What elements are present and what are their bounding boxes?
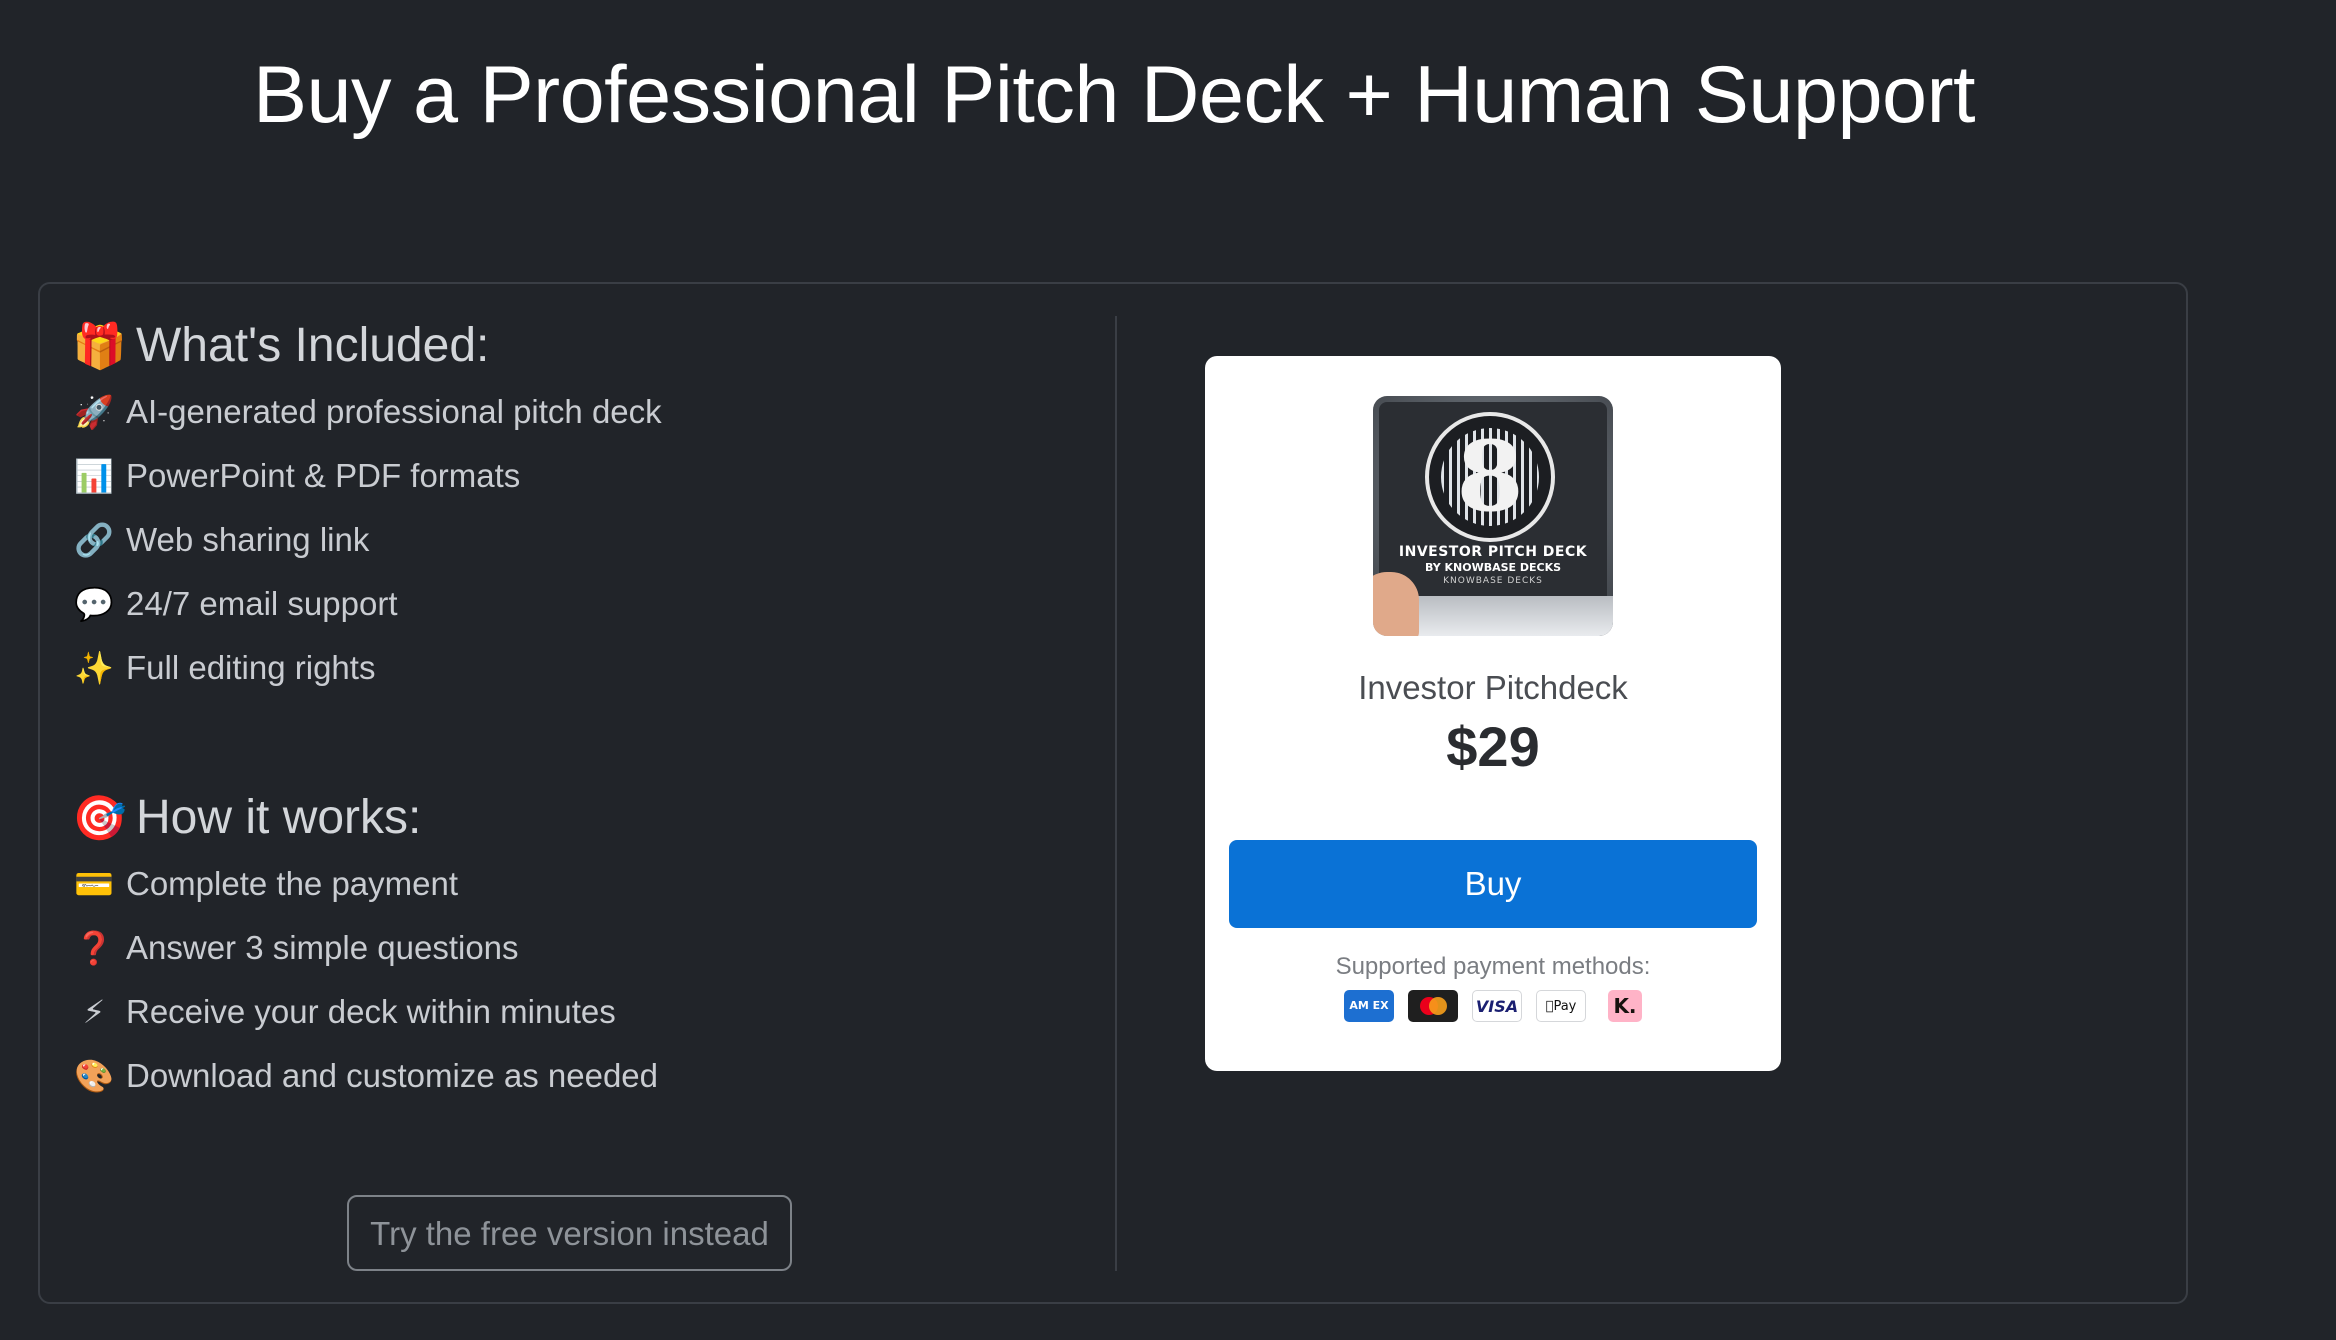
payment-methods: AM EX VISA Pay K. bbox=[1205, 990, 1781, 1022]
hand-illustration bbox=[1373, 572, 1419, 636]
list-item-text: Full editing rights bbox=[126, 649, 376, 686]
product-card: 8 INVESTOR PITCH DECK BY KNOWBASE DECKS … bbox=[1205, 356, 1781, 1071]
klarna-icon: K. bbox=[1608, 990, 1642, 1022]
list-item-text: Download and customize as needed bbox=[126, 1057, 659, 1094]
link-icon: 🔗 bbox=[74, 522, 114, 558]
list-item-text: Answer 3 simple questions bbox=[126, 929, 519, 966]
list-item: 💬 24/7 email support bbox=[72, 572, 662, 636]
buy-button[interactable]: Buy bbox=[1229, 840, 1757, 928]
apple-pay-icon: Pay bbox=[1536, 990, 1586, 1022]
rocket-icon: 🚀 bbox=[74, 394, 114, 430]
sparkles-icon: ✨ bbox=[74, 650, 114, 686]
product-image: 8 INVESTOR PITCH DECK BY KNOWBASE DECKS … bbox=[1373, 396, 1613, 636]
list-item: 🎨 Download and customize as needed bbox=[72, 1044, 658, 1108]
how-it-works-list: 💳 Complete the payment ❓ Answer 3 simple q… bbox=[72, 852, 658, 1108]
list-item-text: Receive your deck within minutes bbox=[126, 993, 616, 1030]
how-it-works-heading-text: How it works: bbox=[136, 791, 422, 844]
cover-title: INVESTOR PITCH DECK bbox=[1398, 544, 1588, 560]
question-mark-icon: ❓ bbox=[74, 930, 114, 966]
list-item: 🔗 Web sharing link bbox=[72, 508, 662, 572]
visa-icon: VISA bbox=[1472, 990, 1522, 1022]
list-item: 💳 Complete the payment bbox=[72, 852, 658, 916]
speech-bubble-icon: 💬 bbox=[74, 586, 114, 622]
gift-icon: 🎁 bbox=[72, 322, 127, 371]
list-item-text: 24/7 email support bbox=[126, 585, 398, 622]
list-item: ✨ Full editing rights bbox=[72, 636, 662, 700]
list-item-text: PowerPoint & PDF formats bbox=[126, 457, 521, 494]
list-item-text: Web sharing link bbox=[126, 521, 370, 558]
list-item: 🚀 AI-generated professional pitch deck bbox=[72, 380, 662, 444]
payment-methods-label: Supported payment methods: bbox=[1335, 953, 1651, 980]
credit-card-icon: 💳 bbox=[74, 866, 114, 902]
list-item: ⚡ Receive your deck within minutes bbox=[72, 980, 658, 1044]
page-title: Buy a Professional Pitch Deck + Human Su… bbox=[252, 50, 1976, 140]
panel-divider bbox=[1115, 316, 1117, 1271]
lightning-icon: ⚡ bbox=[82, 994, 106, 1030]
free-version-button[interactable]: Try the free version instead bbox=[347, 1195, 792, 1271]
list-item: 📊 PowerPoint & PDF formats bbox=[72, 444, 662, 508]
logo-medallion: 8 bbox=[1425, 412, 1555, 542]
amex-icon: AM EX bbox=[1344, 990, 1394, 1022]
palette-icon: 🎨 bbox=[74, 1058, 114, 1094]
whats-included-heading: 🎁 What's Included: bbox=[72, 316, 489, 377]
cover-subtitle: BY KNOWBASE DECKS bbox=[1424, 561, 1562, 574]
product-name: Investor Pitchdeck bbox=[1358, 669, 1628, 706]
mastercard-icon bbox=[1408, 990, 1458, 1022]
bar-chart-icon: 📊 bbox=[74, 458, 114, 494]
product-price: $29 bbox=[1446, 715, 1540, 778]
list-item-text: AI-generated professional pitch deck bbox=[126, 393, 662, 430]
how-it-works-heading: 🎯 How it works: bbox=[72, 788, 421, 849]
target-icon: 🎯 bbox=[72, 794, 127, 843]
whats-included-heading-text: What's Included: bbox=[136, 319, 490, 372]
included-list: 🚀 AI-generated professional pitch deck 📊 P… bbox=[72, 380, 662, 700]
list-item-text: Complete the payment bbox=[126, 865, 459, 902]
list-item: ❓ Answer 3 simple questions bbox=[72, 916, 658, 980]
